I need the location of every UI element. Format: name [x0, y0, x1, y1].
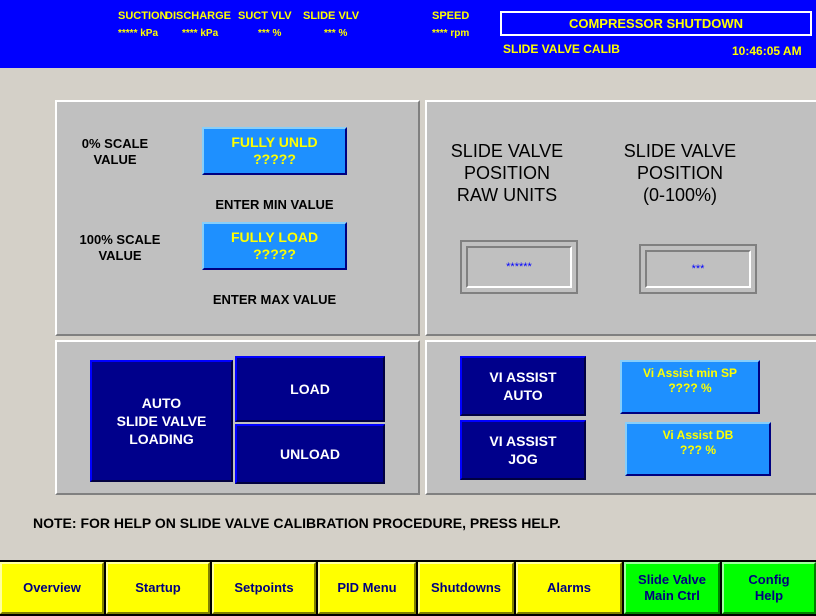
hundred-scale-label: 100% SCALE VALUE — [79, 232, 161, 263]
unload-button[interactable]: UNLOAD — [235, 424, 385, 484]
nav-startup[interactable]: Startup — [106, 562, 210, 614]
pct-position-title: SLIDE VALVE POSITION (0-100%) — [623, 141, 737, 205]
vi-assist-jog-button[interactable]: VI ASSIST JOG — [460, 420, 586, 480]
enter-max-label: ENTER MAX VALUE — [212, 292, 337, 307]
auto-slide-valve-loading-button[interactable]: AUTO SLIDE VALVE LOADING — [90, 360, 233, 482]
discharge-value: **** kPa — [182, 28, 219, 39]
vi-assist-db-button[interactable]: Vi Assist DB ??? % — [625, 422, 771, 476]
vi-assist-db-value: ??? % — [680, 443, 716, 457]
slide-vlv-label: SLIDE VLV — [303, 10, 360, 22]
slide-vlv-value: *** % — [324, 28, 348, 39]
nav-slide-valve-main-ctrl[interactable]: Slide Valve Main Ctrl — [624, 562, 720, 614]
fully-unld-button[interactable]: FULLY UNLD ????? — [202, 127, 347, 175]
help-note: NOTE: FOR HELP ON SLIDE VALVE CALIBRATIO… — [33, 515, 561, 531]
nav-setpoints[interactable]: Setpoints — [212, 562, 316, 614]
fully-load-value: ????? — [253, 246, 296, 262]
raw-position-title: SLIDE VALVE POSITION RAW UNITS — [450, 141, 564, 205]
nav-alarms[interactable]: Alarms — [516, 562, 622, 614]
suction-label: SUCTION — [118, 10, 168, 22]
compressor-status: COMPRESSOR SHUTDOWN — [500, 11, 812, 36]
suct-vlv-label: SUCT VLV — [238, 10, 292, 22]
bottom-nav: Overview Startup Setpoints PID Menu Shut… — [0, 560, 816, 616]
vi-assist-min-sp-button[interactable]: Vi Assist min SP ???? % — [620, 360, 760, 414]
loading-panel: AUTO SLIDE VALVE LOADING LOAD UNLOAD — [55, 340, 420, 495]
fully-unld-value: ????? — [253, 151, 296, 167]
nav-shutdowns[interactable]: Shutdowns — [418, 562, 514, 614]
discharge-label: DISCHARGE — [165, 10, 232, 22]
raw-position-readout: ****** — [460, 240, 578, 294]
speed-label: SPEED — [432, 10, 470, 22]
raw-position-value: ****** — [466, 246, 572, 288]
enter-min-label: ENTER MIN VALUE — [215, 197, 334, 212]
pct-position-readout: *** — [639, 244, 757, 294]
fully-load-button[interactable]: FULLY LOAD ????? — [202, 222, 347, 270]
vi-assist-auto-button[interactable]: VI ASSIST AUTO — [460, 356, 586, 416]
nav-pid-menu[interactable]: PID Menu — [318, 562, 416, 614]
vi-assist-min-sp-value: ???? % — [668, 381, 712, 395]
vi-assist-min-sp-label: Vi Assist min SP — [642, 366, 738, 380]
suct-vlv-value: *** % — [258, 28, 282, 39]
fully-load-label: FULLY LOAD — [230, 229, 319, 245]
vi-assist-panel: VI ASSIST AUTO VI ASSIST JOG Vi Assist m… — [425, 340, 816, 495]
pct-position-value: *** — [645, 250, 751, 288]
calibration-panel: 0% SCALE VALUE FULLY UNLD ????? ENTER MI… — [55, 100, 420, 336]
screen-mode: SLIDE VALVE CALIB — [503, 42, 620, 56]
fully-unld-label: FULLY UNLD — [231, 134, 318, 150]
status-header: SUCTION DISCHARGE SUCT VLV SLIDE VLV SPE… — [0, 0, 816, 68]
speed-value: **** rpm — [432, 28, 470, 39]
nav-config-help[interactable]: Config Help — [722, 562, 816, 614]
vi-assist-db-label: Vi Assist DB — [662, 428, 734, 442]
zero-scale-label: 0% SCALE VALUE — [81, 136, 149, 167]
position-panel: SLIDE VALVE POSITION RAW UNITS SLIDE VAL… — [425, 100, 816, 336]
load-button[interactable]: LOAD — [235, 356, 385, 422]
suction-value: ***** kPa — [118, 28, 159, 39]
nav-overview[interactable]: Overview — [0, 562, 104, 614]
clock: 10:46:05 AM — [732, 44, 802, 58]
